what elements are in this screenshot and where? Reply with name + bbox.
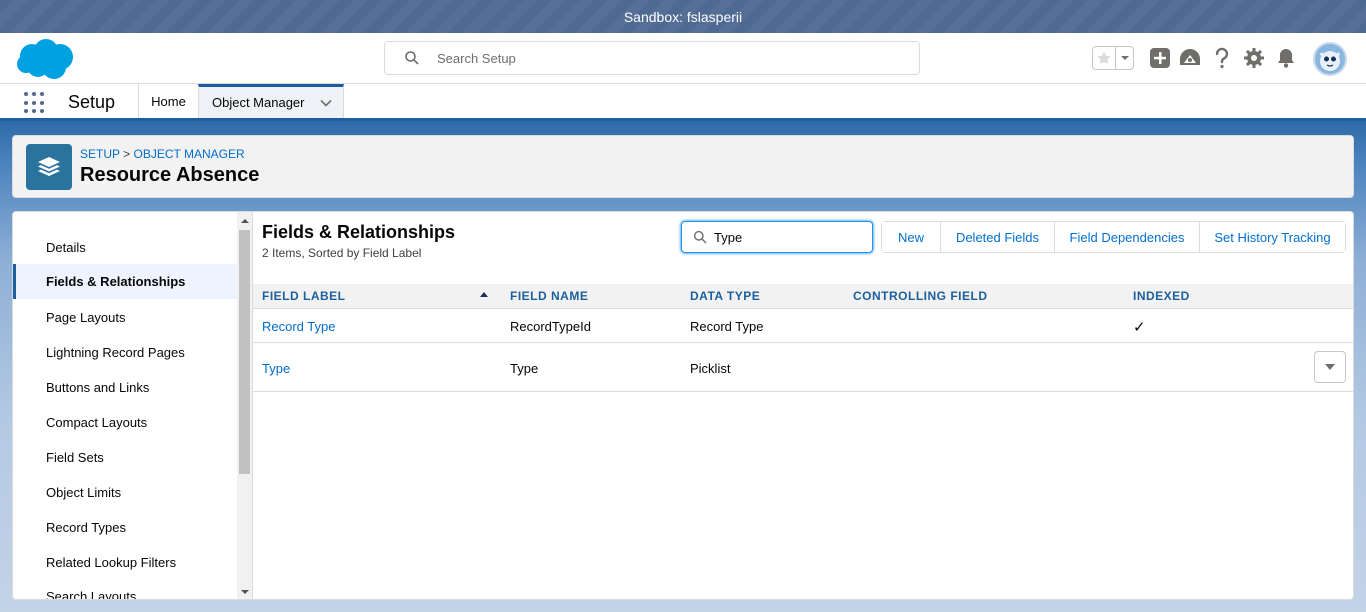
sidebar-item-label: Details xyxy=(46,240,86,255)
column-header-indexed[interactable]: INDEXED xyxy=(1133,289,1190,303)
section-title: Fields & Relationships xyxy=(262,222,456,242)
favorites-button[interactable] xyxy=(1092,46,1134,70)
chevron-down-icon[interactable] xyxy=(319,96,333,110)
field-dependencies-button[interactable]: Field Dependencies xyxy=(1055,222,1200,252)
avatar[interactable] xyxy=(1313,42,1347,76)
breadcrumb-separator: > xyxy=(123,147,131,161)
scroll-up-icon[interactable] xyxy=(239,215,250,227)
field-label-link[interactable]: Type xyxy=(262,361,290,376)
section-subtitle: 2 Items, Sorted by Field Label xyxy=(262,246,422,260)
sidebar-item-details[interactable]: Details xyxy=(13,230,237,265)
sidebar-item-page-layouts[interactable]: Page Layouts xyxy=(13,300,237,335)
quick-find-box[interactable] xyxy=(681,221,873,253)
table-row: Type Type Picklist xyxy=(253,343,1353,392)
tab-object-manager-label: Object Manager xyxy=(212,95,305,110)
tab-home[interactable]: Home xyxy=(138,84,198,118)
object-sidebar: Details Fields & Relationships Page Layo… xyxy=(13,212,237,600)
data-type-cell: Record Type xyxy=(690,319,764,334)
app-launcher-icon[interactable] xyxy=(24,92,46,114)
app-name: Setup xyxy=(68,92,116,112)
checkmark-icon: ✓ xyxy=(1133,319,1146,336)
sidebar-item-label: Fields & Relationships xyxy=(46,274,186,289)
chevron-down-icon[interactable] xyxy=(1116,47,1133,69)
table-row: Record Type RecordTypeId Record Type ✓ xyxy=(253,309,1353,343)
sidebar-item-label: Field Sets xyxy=(46,450,104,465)
field-label-link[interactable]: Record Type xyxy=(262,319,335,334)
column-header-data-type[interactable]: DATA TYPE xyxy=(690,289,760,303)
table-header: FIELD LABEL FIELD NAME DATA TYPE CONTROL… xyxy=(253,284,1353,309)
sandbox-banner: Sandbox: fslasperii xyxy=(0,0,1366,33)
sidebar-item-label: Search Layouts xyxy=(46,589,137,600)
field-name-cell: Type xyxy=(510,361,539,376)
set-history-tracking-button[interactable]: Set History Tracking xyxy=(1200,222,1345,252)
scrollbar-thumb[interactable] xyxy=(239,230,250,474)
main-panel: Details Fields & Relationships Page Layo… xyxy=(12,211,1354,600)
scroll-down-icon[interactable] xyxy=(239,586,250,598)
sidebar-item-field-sets[interactable]: Field Sets xyxy=(13,440,237,475)
tab-home-label: Home xyxy=(151,93,186,109)
sidebar-scrollbar[interactable] xyxy=(237,212,253,599)
object-page-header: SETUP > OBJECT MANAGER Resource Absence xyxy=(12,135,1354,198)
plus-icon[interactable] xyxy=(1148,46,1172,70)
column-header-field-label[interactable]: FIELD LABEL xyxy=(262,289,346,303)
app-nav-bar: Setup Home Object Manager xyxy=(0,84,1366,121)
sort-up-icon[interactable] xyxy=(480,291,488,299)
layers-icon xyxy=(26,144,72,190)
fields-content: Fields & Relationships 2 Items, Sorted b… xyxy=(253,212,1353,599)
column-header-field-name[interactable]: FIELD NAME xyxy=(510,289,588,303)
gear-icon[interactable] xyxy=(1242,46,1266,70)
chevron-down-icon xyxy=(1325,364,1335,370)
data-type-cell: Picklist xyxy=(690,361,731,376)
global-header xyxy=(0,33,1366,84)
sidebar-item-search-layouts[interactable]: Search Layouts xyxy=(13,579,237,600)
tab-object-manager[interactable]: Object Manager xyxy=(198,84,344,118)
sidebar-item-fields-relationships[interactable]: Fields & Relationships xyxy=(13,264,237,299)
star-icon[interactable] xyxy=(1093,47,1117,69)
sidebar-item-label: Related Lookup Filters xyxy=(46,555,177,570)
quick-find-input[interactable] xyxy=(714,229,864,245)
sidebar-item-record-types[interactable]: Record Types xyxy=(13,510,237,545)
breadcrumb: SETUP > OBJECT MANAGER xyxy=(80,147,245,161)
trailhead-icon[interactable] xyxy=(1178,46,1202,70)
sidebar-item-compact-layouts[interactable]: Compact Layouts xyxy=(13,405,237,440)
sidebar-item-label: Page Layouts xyxy=(46,310,126,325)
deleted-fields-button[interactable]: Deleted Fields xyxy=(941,222,1055,252)
sidebar-item-label: Object Limits xyxy=(46,485,122,500)
sandbox-label: Sandbox: fslasperii xyxy=(623,8,743,25)
field-name-cell: RecordTypeId xyxy=(510,319,591,334)
sidebar-item-buttons-links[interactable]: Buttons and Links xyxy=(13,370,237,405)
row-actions-button[interactable] xyxy=(1314,351,1346,383)
breadcrumb-object-manager[interactable]: OBJECT MANAGER xyxy=(134,147,245,161)
sidebar-item-lightning-record-pages[interactable]: Lightning Record Pages xyxy=(13,335,237,370)
sidebar-item-object-limits[interactable]: Object Limits xyxy=(13,475,237,510)
bell-icon[interactable] xyxy=(1274,46,1298,70)
sidebar-item-related-lookup-filters[interactable]: Related Lookup Filters xyxy=(13,545,237,580)
sidebar-item-label: Compact Layouts xyxy=(46,415,148,430)
sidebar-item-label: Record Types xyxy=(46,520,126,535)
new-button[interactable]: New xyxy=(882,222,941,252)
action-button-group: New Deleted Fields Field Dependencies Se… xyxy=(881,221,1346,253)
breadcrumb-setup[interactable]: SETUP xyxy=(80,147,120,161)
sidebar-item-label: Buttons and Links xyxy=(46,380,150,395)
sidebar-item-label: Lightning Record Pages xyxy=(46,345,185,360)
page-title: Resource Absence xyxy=(80,164,260,186)
column-header-controlling-field[interactable]: CONTROLLING FIELD xyxy=(853,289,988,303)
help-icon[interactable] xyxy=(1210,46,1234,70)
search-icon xyxy=(693,230,707,244)
